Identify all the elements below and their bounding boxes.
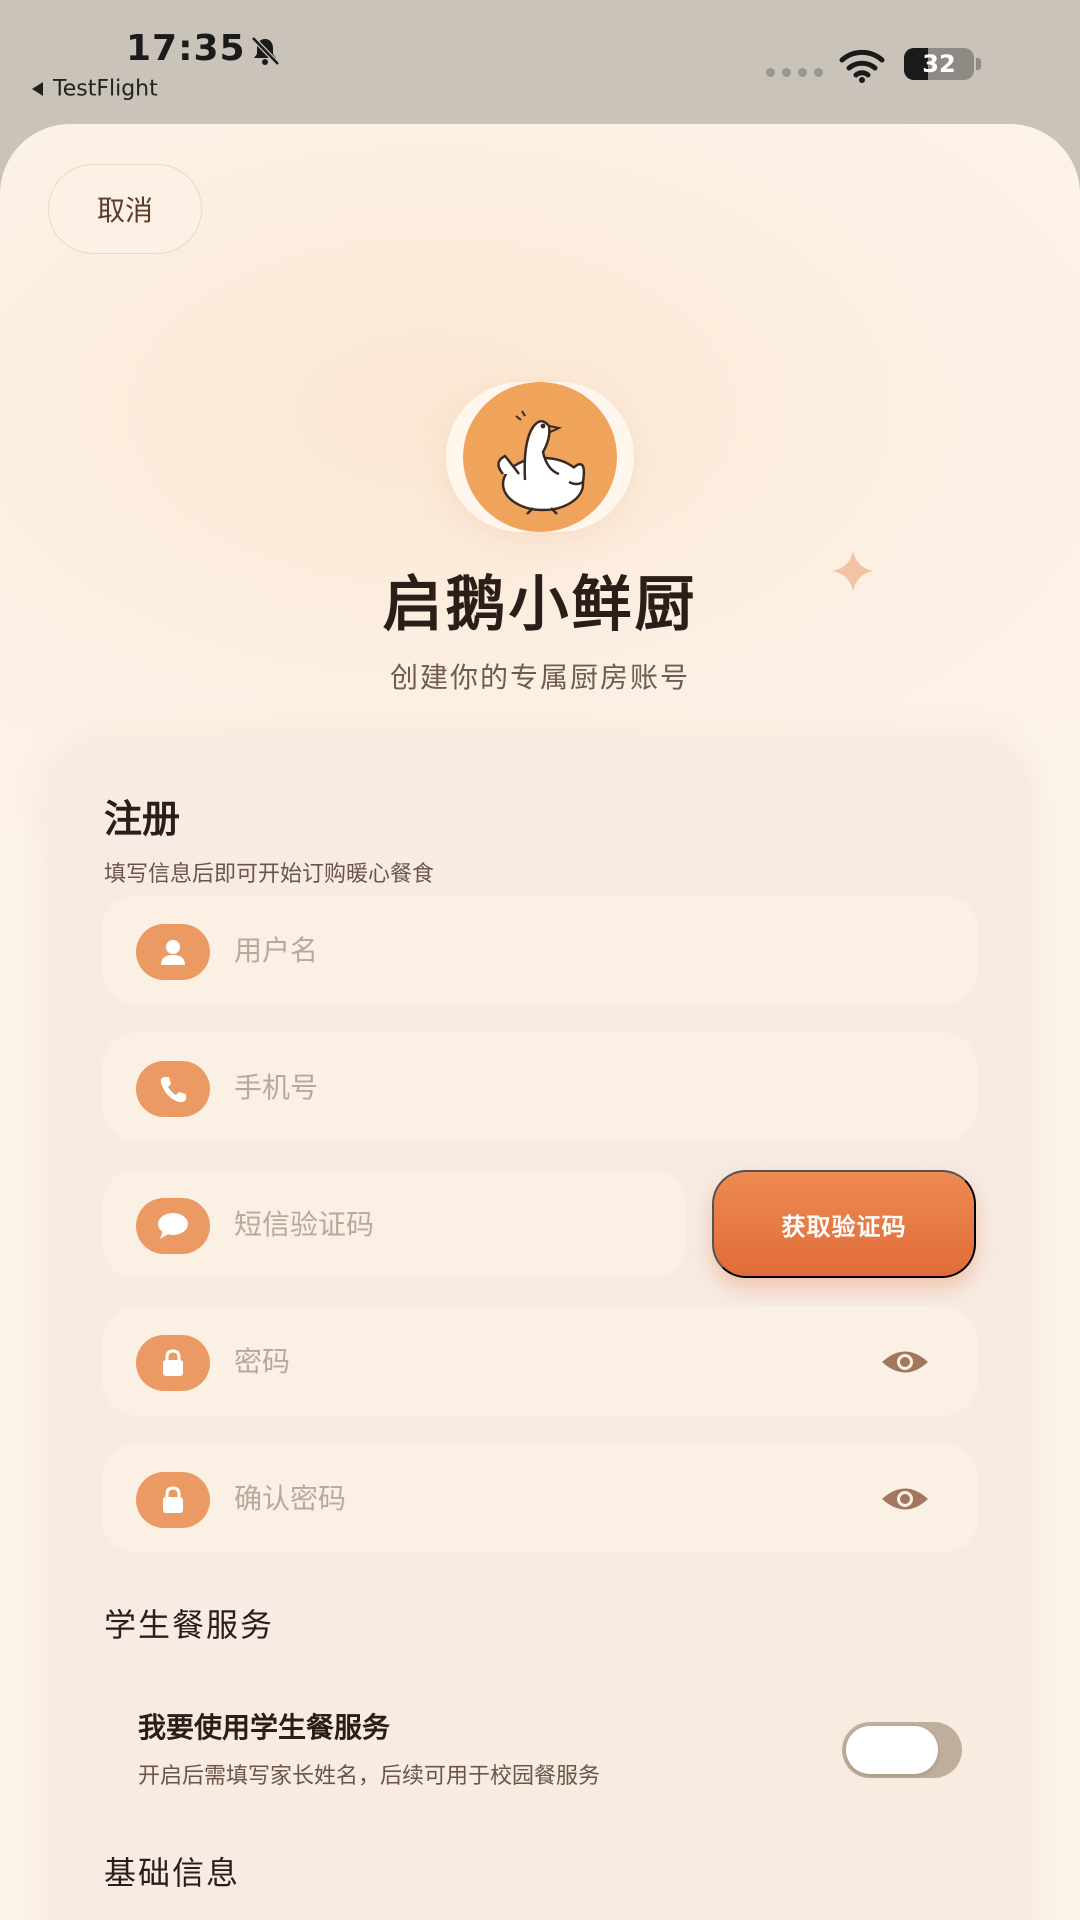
app-name: 启鹅小鲜厨 xyxy=(382,570,698,640)
confirm-password-input[interactable] xyxy=(234,1444,834,1552)
app-logo xyxy=(446,382,634,532)
back-app-label: TestFlight xyxy=(53,76,158,102)
confirm-password-field xyxy=(102,1444,978,1552)
toggle-knob xyxy=(846,1726,938,1774)
sms-code-input[interactable] xyxy=(234,1170,654,1278)
username-input[interactable] xyxy=(234,896,834,1004)
student-meal-section-title: 学生餐服务 xyxy=(104,1606,275,1644)
cancel-button[interactable]: 取消 xyxy=(48,164,202,254)
lock-icon xyxy=(136,1335,210,1391)
phone-field xyxy=(102,1033,978,1141)
register-card: 注册 填写信息后即可开始订购暖心餐食 获取验证码 xyxy=(52,738,1028,1920)
lock-icon xyxy=(136,1472,210,1528)
battery-level: 32 xyxy=(922,50,956,78)
student-meal-option-title: 我要使用学生餐服务 xyxy=(138,1711,391,1744)
chat-bubble-icon xyxy=(136,1198,210,1254)
basic-info-section-title: 基础信息 xyxy=(104,1854,241,1892)
register-subtitle: 填写信息后即可开始订购暖心餐食 xyxy=(104,862,435,887)
get-code-button[interactable]: 获取验证码 xyxy=(712,1170,976,1278)
signal-icon xyxy=(766,68,824,80)
wifi-icon xyxy=(839,49,885,83)
student-meal-option-desc: 开启后需填写家长姓名，后续可用于校园餐服务 xyxy=(138,1764,601,1789)
register-sheet: 取消 启鹅小鲜厨 创建你的专属厨房账号 注册 填写信息后即可开始订购暖心餐食 用… xyxy=(0,124,1080,1920)
password-field xyxy=(102,1307,978,1415)
battery-icon: 32 xyxy=(904,48,974,80)
student-meal-toggle[interactable] xyxy=(842,1722,962,1778)
phone-input[interactable] xyxy=(234,1033,834,1141)
bell-slash-icon xyxy=(251,36,280,66)
student-meal-option: 我要使用学生餐服务 开启后需填写家长姓名，后续可用于校园餐服务 xyxy=(102,1684,978,1820)
back-to-app-link[interactable]: TestFlight xyxy=(32,76,158,102)
eye-icon[interactable] xyxy=(880,1484,930,1514)
back-arrow-icon xyxy=(32,82,43,96)
user-icon xyxy=(136,924,210,980)
sms-code-field xyxy=(102,1170,686,1278)
goose-logo-icon xyxy=(463,382,617,532)
status-time: 17:35 xyxy=(126,28,246,69)
register-title: 注册 xyxy=(104,797,181,841)
eye-icon[interactable] xyxy=(880,1347,930,1377)
phone-icon xyxy=(136,1061,210,1117)
username-field xyxy=(102,896,978,1004)
password-input[interactable] xyxy=(234,1307,834,1415)
status-bar: 17:35 TestFlight 32 xyxy=(0,0,1080,124)
app-tagline: 创建你的专属厨房账号 xyxy=(389,661,690,694)
